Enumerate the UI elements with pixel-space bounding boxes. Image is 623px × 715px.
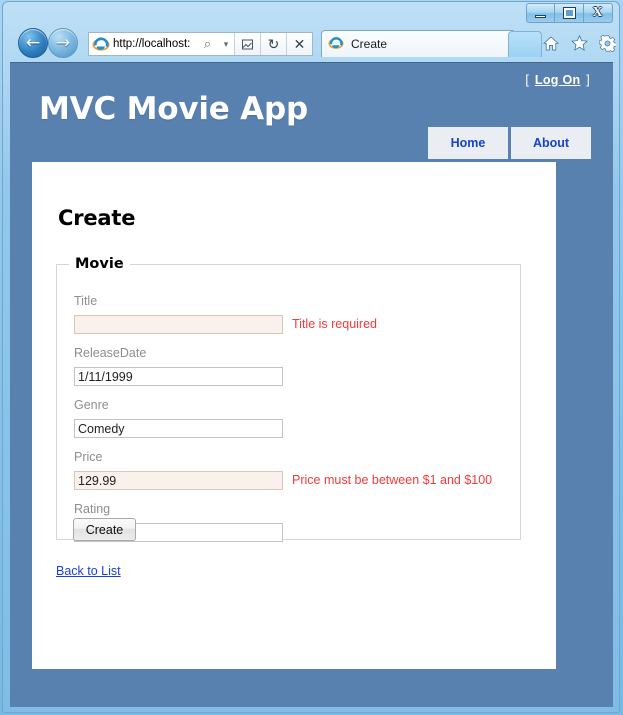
field-label-releasedate: ReleaseDate [74,346,147,360]
nav-item-home[interactable]: Home [428,127,508,159]
new-tab-button[interactable] [508,31,542,57]
content-area: Create Movie Title Title is required Rel… [32,162,556,669]
field-label-rating: Rating [74,502,111,516]
logon-bracket-close: ] [586,73,590,87]
tab-title: Create [351,37,388,51]
favorites-icon[interactable] [569,32,589,54]
tools-gear-icon[interactable] [597,32,617,54]
close-button[interactable]: X [584,3,613,23]
site-title: MVC Movie App [39,91,308,127]
home-icon[interactable] [541,32,561,54]
field-error-title: Title is required [292,317,377,331]
page-title: Create [58,206,136,230]
nav-item-label: About [532,136,570,150]
fieldset-legend: Movie [75,256,124,272]
logon-section: [ Log On ] [525,73,590,87]
back-arrow-icon: ← [25,32,41,53]
chevron-down-icon[interactable]: ▾ [218,33,234,55]
compatibility-view-icon[interactable] [235,33,260,55]
close-icon: X [592,5,603,20]
logon-bracket-open: [ [525,73,530,87]
create-submit-button[interactable]: Create [73,518,136,541]
field-label-title: Title [74,294,98,308]
field-input-genre[interactable] [74,419,283,438]
maximize-button[interactable] [555,3,584,23]
tab-favicon-icon [328,35,346,53]
tab-create[interactable]: Create [321,30,516,57]
address-bar[interactable]: http://localhost: ⌕ ▾ ↻ ✕ [88,32,313,56]
field-input-price[interactable] [74,471,283,490]
forward-button[interactable]: → [48,28,78,58]
field-input-title[interactable] [74,315,283,334]
stop-icon[interactable]: ✕ [287,33,312,55]
url-text: http://localhost: [113,38,191,50]
command-bar [541,32,617,54]
nav-item-label: Home [450,136,486,150]
maximize-icon [563,8,575,18]
main-navigation: Home About [428,127,591,159]
field-input-releasedate[interactable] [74,367,283,386]
logon-link[interactable]: Log On [535,73,581,87]
internet-explorer-icon [92,35,110,53]
forward-arrow-icon: → [55,32,71,53]
browser-window: X ← → http://localhost: ⌕ ▾ ↻ ✕ Create [… [0,0,623,715]
back-to-list-link[interactable]: Back to List [56,564,121,578]
minimize-button[interactable] [526,3,555,23]
search-icon[interactable]: ⌕ [197,33,218,55]
movie-fieldset: Movie Title Title is required ReleaseDat… [56,256,521,542]
site-body: [ Log On ] MVC Movie App Home About Crea… [10,63,613,707]
field-label-price: Price [74,450,103,464]
back-button[interactable]: ← [18,28,48,58]
window-controls: X [526,3,613,23]
refresh-icon[interactable]: ↻ [261,33,286,55]
title-bar: X [3,2,619,24]
nav-item-about[interactable]: About [511,127,591,159]
field-error-price: Price must be between $1 and $100 [292,473,493,487]
field-label-genre: Genre [74,398,109,412]
minimize-icon [535,15,546,18]
browser-toolbar: ← → http://localhost: ⌕ ▾ ↻ ✕ Create [3,24,619,62]
page-viewport: [ Log On ] MVC Movie App Home About Crea… [10,62,613,707]
